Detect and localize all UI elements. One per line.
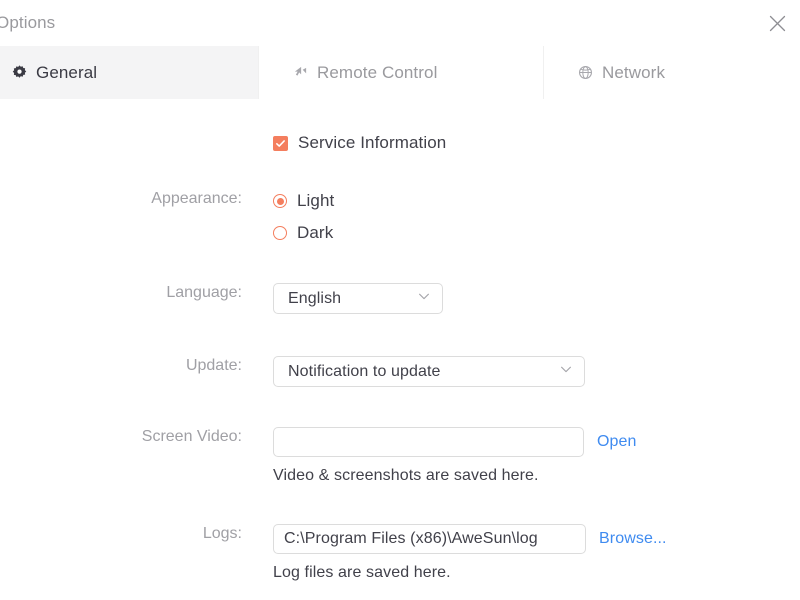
- update-select-value: Notification to update: [288, 363, 441, 381]
- logs-input-group: C:\Program Files (x86)\AweSun\log Browse…: [273, 524, 667, 554]
- update-label: Update:: [100, 356, 242, 376]
- update-field: Notification to update: [273, 356, 585, 387]
- appearance-options: Light Dark: [273, 189, 334, 245]
- tab-remote-control[interactable]: Remote Control: [258, 46, 543, 99]
- tab-remote-control-label: Remote Control: [317, 63, 437, 83]
- update-select[interactable]: Notification to update: [273, 356, 585, 387]
- radio-appearance-dark-label: Dark: [297, 223, 333, 243]
- logs-browse-button[interactable]: Browse...: [599, 530, 667, 548]
- row-logs: Logs: C:\Program Files (x86)\AweSun\log …: [100, 524, 667, 582]
- options-form: Service Information Appearance: Light Da…: [0, 99, 800, 600]
- checkbox-checked-icon: [273, 136, 288, 151]
- close-icon: [769, 15, 786, 32]
- window-title: Options: [0, 13, 55, 33]
- language-select-value: English: [288, 290, 341, 308]
- cursor-icon: [291, 64, 309, 82]
- logs-input[interactable]: C:\Program Files (x86)\AweSun\log: [273, 524, 586, 554]
- globe-icon: [576, 64, 594, 82]
- tab-general[interactable]: General: [0, 46, 258, 99]
- tab-general-label: General: [36, 63, 97, 83]
- service-information-checkbox[interactable]: Service Information: [273, 133, 446, 153]
- radio-selected-icon: [273, 194, 287, 208]
- service-information-label: Service Information: [298, 133, 446, 153]
- tab-network-label: Network: [602, 63, 665, 83]
- tab-network[interactable]: Network: [543, 46, 800, 99]
- title-bar: Options: [0, 0, 800, 46]
- radio-appearance-light[interactable]: Light: [273, 189, 334, 213]
- chevron-down-icon: [559, 362, 573, 381]
- appearance-label: Appearance:: [100, 189, 242, 209]
- row-screen-video: Screen Video: Open Video & screenshots a…: [100, 427, 637, 485]
- screen-video-open-link[interactable]: Open: [597, 433, 637, 451]
- row-service-information: Service Information: [100, 133, 446, 153]
- chevron-down-icon: [417, 289, 431, 308]
- radio-appearance-dark[interactable]: Dark: [273, 221, 334, 245]
- gear-icon: [10, 64, 28, 82]
- language-label: Language:: [100, 283, 242, 303]
- screen-video-input-group: Open: [273, 427, 637, 457]
- language-select[interactable]: English: [273, 283, 443, 314]
- screen-video-input[interactable]: [273, 427, 584, 457]
- close-button[interactable]: [754, 0, 800, 46]
- screen-video-field: Open Video & screenshots are saved here.: [273, 427, 637, 485]
- row-update: Update: Notification to update: [100, 356, 585, 387]
- row-language: Language: English: [100, 283, 443, 314]
- row-appearance: Appearance: Light Dark: [100, 189, 334, 245]
- screen-video-hint: Video & screenshots are saved here.: [273, 467, 637, 485]
- language-field: English: [273, 283, 443, 314]
- logs-field: C:\Program Files (x86)\AweSun\log Browse…: [273, 524, 667, 582]
- screen-video-label: Screen Video:: [100, 427, 242, 447]
- options-window: Options General: [0, 0, 800, 600]
- tab-bar: General Remote Control Network: [0, 46, 800, 100]
- logs-input-value: C:\Program Files (x86)\AweSun\log: [284, 530, 575, 548]
- radio-unselected-icon: [273, 226, 287, 240]
- logs-hint: Log files are saved here.: [273, 564, 667, 582]
- logs-label: Logs:: [100, 524, 242, 544]
- radio-appearance-light-label: Light: [297, 191, 334, 211]
